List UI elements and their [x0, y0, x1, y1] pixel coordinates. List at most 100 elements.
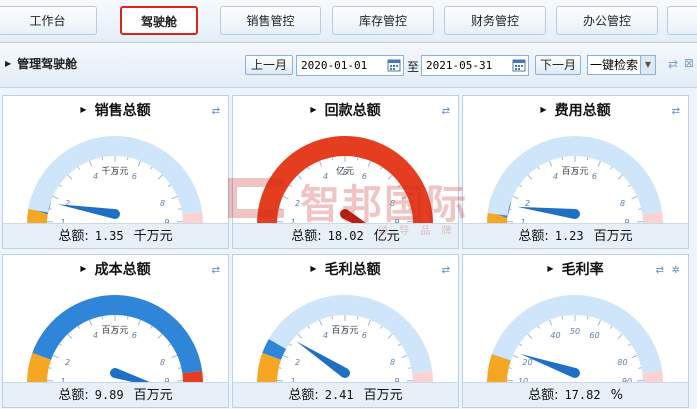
panel-title: ▶ 回款总额 — [310, 103, 381, 119]
gauge-tick — [586, 316, 589, 320]
caret-right-icon: ▶ — [310, 264, 317, 273]
gauge-tick-label: 40 — [550, 331, 560, 340]
gauge-tick — [331, 157, 334, 161]
gauge-tick-label: 8 — [390, 358, 395, 367]
panel-total-footer: 总额: 1.23 百万元 — [463, 223, 688, 248]
refresh-icon[interactable]: ⇄ — [442, 265, 450, 276]
gauge-tick — [408, 208, 412, 210]
total-value: 2.41 — [324, 388, 354, 402]
gear-icon[interactable]: ✲ — [672, 265, 680, 276]
gauge-tick-label: 8 — [620, 199, 625, 208]
tab-more[interactable] — [667, 6, 697, 35]
caret-right-icon: ▶ — [80, 105, 87, 114]
gauge-tick-label: 2 — [525, 199, 530, 208]
gauge-needle — [57, 204, 116, 219]
gauge-tick — [617, 333, 623, 339]
gauge-tick-label: 20 — [522, 358, 532, 367]
total-value: 17.82 — [564, 388, 601, 402]
gauge-needle — [517, 206, 576, 219]
refresh-icon[interactable]: ⇄ — [668, 57, 678, 71]
gauge-tick-label: 2 — [295, 358, 300, 367]
gauge-tick — [178, 208, 182, 210]
gauge-tick — [586, 157, 589, 161]
panel-collection-total: ▶回款总额⇄0124568910亿元总额:18.02亿元 — [232, 95, 459, 249]
gauge-chart: 010204050608090100 — [487, 295, 663, 383]
gauge-tick — [307, 166, 311, 170]
gauge-chart: 0124568910千万元 — [27, 136, 203, 224]
gauge-chart: 0124568910百万元 — [257, 295, 433, 383]
gauge-tick-label: 2 — [65, 358, 70, 367]
gauge-needle-hub — [570, 209, 580, 219]
gauge-tick — [297, 333, 303, 339]
top-tab-bar: 工作台 驾驶舱 销售管控 库存管控 财务管控 办公管控 — [0, 0, 697, 43]
gauge-tick — [157, 333, 163, 339]
gauge-tick — [537, 325, 541, 329]
gauge-tick-label: 6 — [132, 172, 137, 181]
total-unit: 百万元 — [593, 229, 633, 244]
caret-right-icon: ▶ — [5, 59, 12, 68]
gauge-tick — [52, 195, 59, 200]
caret-right-icon: ▶ — [80, 264, 87, 273]
refresh-icon[interactable]: ⇄ — [672, 106, 680, 117]
calendar-icon[interactable] — [387, 58, 401, 72]
tab-inventory-control[interactable]: 库存管控 — [332, 6, 434, 35]
chevron-down-icon: ▼ — [640, 56, 655, 74]
tab-cockpit[interactable]: 驾驶舱 — [120, 6, 198, 35]
total-value: 1.35 — [94, 229, 124, 243]
gauge-needle-hub — [340, 368, 350, 378]
gauge-tick-label: 6 — [592, 172, 597, 181]
gauge-tick-label: 50 — [570, 327, 580, 336]
gauge-tick-label: 8 — [160, 358, 165, 367]
refresh-icon[interactable]: ⇄ — [656, 265, 664, 276]
gauge-tick — [549, 319, 553, 326]
refresh-icon[interactable]: ⇄ — [212, 106, 220, 117]
refresh-icon[interactable]: ⇄ — [442, 106, 450, 117]
start-date-input[interactable]: 2020-01-01 — [296, 55, 404, 76]
end-date-input[interactable]: 2021-05-31 — [421, 55, 529, 76]
gauge-tick — [512, 195, 519, 200]
prev-month-button[interactable]: 上一月 — [245, 55, 293, 75]
gauge-tick — [508, 208, 512, 210]
gauge-tick — [289, 343, 293, 347]
gauge-tick-label: 6 — [132, 331, 137, 340]
gauge-unit-label: 百万元 — [561, 166, 588, 177]
total-unit: % — [610, 388, 623, 403]
gauge-tick — [561, 316, 564, 320]
tab-office-control[interactable]: 办公管控 — [556, 6, 658, 35]
gauge-tick — [297, 174, 303, 180]
gauge-needle — [296, 341, 348, 378]
tab-workbench[interactable]: 工作台 — [0, 6, 97, 35]
gauge-tick — [101, 157, 104, 161]
gauge-tick — [401, 354, 408, 359]
panel-sales-total: ▶销售总额⇄0124568910千万元总额:1.35千万元 — [2, 95, 229, 249]
panel-title: ▶ 毛利率 — [547, 262, 604, 278]
gauge-needle — [113, 368, 153, 383]
gauge-tick — [89, 319, 93, 326]
tab-finance-control[interactable]: 财务管控 — [444, 6, 546, 35]
gauge-band — [487, 352, 512, 383]
gauge-tick — [59, 184, 63, 188]
gauge-tick — [387, 174, 393, 180]
quick-search-select[interactable]: 一键检索 ▼ — [587, 55, 656, 75]
gauge-tick — [397, 343, 401, 347]
close-icon[interactable]: ⊠ — [684, 56, 694, 70]
gauge-tick — [512, 354, 519, 359]
gauge-tick-label: 4 — [93, 331, 98, 340]
gauge-needle-hub — [570, 368, 580, 378]
next-month-button[interactable]: 下一月 — [535, 55, 581, 75]
gauge-tick-label: 60 — [589, 331, 599, 340]
gauge-tick — [167, 184, 171, 188]
gauge-tick-label: 4 — [553, 172, 558, 181]
refresh-icon[interactable]: ⇄ — [212, 265, 220, 276]
gauge-unit-label: 千万元 — [101, 166, 128, 177]
tab-sales-control[interactable]: 销售管控 — [220, 6, 321, 35]
gauge-tick — [137, 319, 141, 326]
calendar-icon[interactable] — [512, 58, 526, 72]
gauge-tick — [126, 316, 129, 320]
gauge-tick — [48, 208, 52, 210]
total-unit: 百万元 — [363, 388, 403, 403]
gauge-tick — [67, 333, 73, 339]
gauge-tick — [597, 160, 601, 167]
panel-total-footer: 总额: 18.02 亿元 — [233, 223, 458, 248]
gauge-unit-label: 亿元 — [336, 165, 354, 177]
